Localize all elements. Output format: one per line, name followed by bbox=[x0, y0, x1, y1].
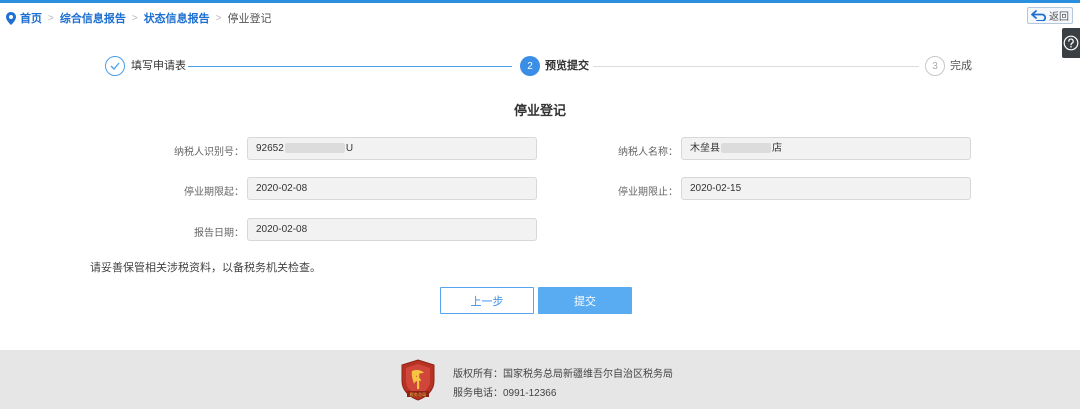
breadcrumb-separator: > bbox=[215, 12, 222, 24]
step-1-done-icon bbox=[105, 56, 125, 76]
footer: 税务总局 版权所有：国家税务总局新疆维吾尔自治区税务局 服务电话：0991-12… bbox=[0, 350, 1080, 409]
suspend-end-label: 停业期限止： bbox=[618, 187, 678, 198]
redacted-blur bbox=[284, 143, 345, 154]
breadcrumb-current: 停业登记 bbox=[227, 13, 272, 25]
notice-text: 请妥善保管相关涉税资料，以备税务机关检查。 bbox=[90, 262, 321, 274]
form-title: 停业登记 bbox=[513, 103, 566, 118]
back-button[interactable]: 返回 bbox=[1027, 7, 1073, 24]
taxpayer-id-field[interactable]: 92652 U bbox=[247, 137, 537, 160]
suspend-start-label: 停业期限起： bbox=[184, 187, 244, 198]
suspend-end-field[interactable]: 2020-02-15 bbox=[681, 177, 971, 200]
tax-bureau-emblem-icon: 税务总局 bbox=[401, 359, 435, 401]
step-connector-1 bbox=[188, 66, 512, 67]
breadcrumb: 首页 > 综合信息报告 > 状态信息报告 > 停业登记 bbox=[6, 10, 272, 26]
back-button-label: 返回 bbox=[1049, 12, 1069, 23]
previous-step-button[interactable]: 上一步 bbox=[440, 287, 534, 314]
check-icon bbox=[110, 62, 120, 70]
taxpayer-name-label: 纳税人名称： bbox=[618, 147, 678, 158]
step-1-label: 填写申请表 bbox=[131, 60, 186, 72]
logo-text: 税务总局 bbox=[410, 391, 427, 398]
footer-phone: 服务电话：0991-12366 bbox=[453, 388, 557, 399]
breadcrumb-status-report[interactable]: 状态信息报告 bbox=[144, 10, 210, 26]
step-3-label: 完成 bbox=[950, 60, 972, 72]
report-date-label: 报告日期： bbox=[194, 228, 244, 239]
submit-button[interactable]: 提交 bbox=[538, 287, 632, 314]
breadcrumb-separator: > bbox=[48, 12, 54, 24]
step-2-active-icon: 2 bbox=[520, 56, 540, 76]
taxpayer-name-field[interactable]: 木垒县店 bbox=[681, 137, 971, 160]
help-icon bbox=[1063, 35, 1079, 51]
redacted-blur bbox=[721, 143, 771, 154]
step-2-label: 预览提交 bbox=[545, 60, 589, 72]
step-3-pending-icon: 3 bbox=[925, 56, 945, 76]
taxpayer-id-label: 纳税人识别号： bbox=[174, 147, 244, 158]
back-arrow-icon bbox=[1031, 10, 1047, 21]
step-connector-2 bbox=[593, 66, 919, 67]
breadcrumb-home[interactable]: 首页 bbox=[20, 10, 42, 26]
breadcrumb-separator: > bbox=[131, 12, 138, 24]
top-accent-line bbox=[0, 0, 1080, 3]
progress-steps: 填写申请表 2 预览提交 3 完成 bbox=[0, 56, 1080, 76]
location-pin-icon bbox=[6, 11, 16, 25]
report-date-field[interactable]: 2020-02-08 bbox=[247, 218, 537, 241]
suspend-start-field[interactable]: 2020-02-08 bbox=[247, 177, 537, 200]
footer-copyright: 版权所有：国家税务总局新疆维吾尔自治区税务局 bbox=[453, 369, 673, 380]
help-button[interactable] bbox=[1062, 28, 1080, 58]
breadcrumb-comprehensive-report[interactable]: 综合信息报告 bbox=[60, 10, 126, 26]
